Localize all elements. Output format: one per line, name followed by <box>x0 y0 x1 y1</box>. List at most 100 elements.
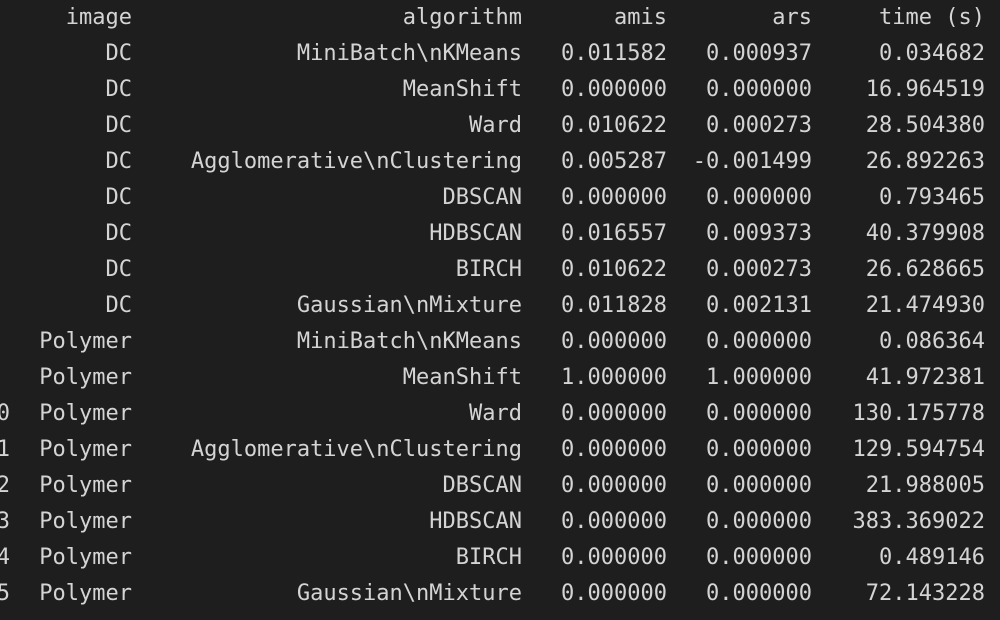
cell-ars: 0.000000 <box>706 185 812 210</box>
cell-image: DC <box>105 77 133 102</box>
cell-amis: 0.000000 <box>561 329 667 354</box>
cell-time: 41.972381 <box>865 365 985 390</box>
cell-image: DC <box>105 257 133 282</box>
cell-ars: 0.000937 <box>706 41 812 66</box>
cell-time: 16.964519 <box>865 77 985 102</box>
cell-algorithm: DBSCAN <box>442 473 522 498</box>
table-row: DC MiniBatch\nKMeans 0.011582 0.000937 0.034… <box>0 36 1000 72</box>
cell-algorithm: HDBSCAN <box>429 509 522 534</box>
cell-image: Polymer <box>39 509 132 534</box>
cell-image: Polymer <box>39 365 132 390</box>
cell-time: 0.034682 <box>879 41 985 66</box>
table-row: Polymer MiniBatch\nKMeans 0.000000 0.000000… <box>0 324 1000 360</box>
cell-algorithm: Agglomerative\nClustering <box>190 149 522 174</box>
column-header-ars: ars <box>772 5 812 30</box>
cell-algorithm: HDBSCAN <box>429 221 522 246</box>
cell-algorithm: BIRCH <box>455 545 522 570</box>
cell-ars: 0.000000 <box>706 545 812 570</box>
cell-amis: 0.000000 <box>561 473 667 498</box>
table-row: DC MeanShift 0.000000 0.000000 16.964519 <box>0 72 1000 108</box>
cell-ars: 0.000000 <box>706 437 812 462</box>
cell-algorithm: MiniBatch\nKMeans <box>296 41 522 66</box>
cell-algorithm: Ward <box>469 113 522 138</box>
cell-algorithm: DBSCAN <box>442 185 522 210</box>
table-row: 1 Polymer Agglomerative\nClustering 0.00000… <box>0 432 1000 468</box>
table-row: 3 Polymer HDBSCAN 0.000000 0.000000 383.36902… <box>0 504 1000 540</box>
table-row: DC DBSCAN 0.000000 0.000000 0.793465 <box>0 180 1000 216</box>
cell-ars: 1.000000 <box>706 365 812 390</box>
cell-amis: 0.011582 <box>561 41 667 66</box>
cell-time: 130.175778 <box>852 401 985 426</box>
table-row: DC HDBSCAN 0.016557 0.009373 40.379908 <box>0 216 1000 252</box>
cell-ars: -0.001499 <box>692 149 812 174</box>
cell-image: DC <box>105 185 133 210</box>
cell-time: 21.474930 <box>865 293 985 318</box>
table-row: DC Gaussian\nMixture 0.011828 0.002131 21.47… <box>0 288 1000 324</box>
table-row: 5 Polymer Gaussian\nMixture 0.000000 0.00000… <box>0 576 1000 612</box>
cell-image: Polymer <box>39 581 132 606</box>
table-row: 4 Polymer BIRCH 0.000000 0.000000 0.489146 <box>0 540 1000 576</box>
cell-time: 21.988005 <box>865 473 985 498</box>
cell-image: DC <box>105 113 133 138</box>
cell-ars: 0.000000 <box>706 581 812 606</box>
cell-ars: 0.000000 <box>706 329 812 354</box>
table-row: 0 Polymer Ward 0.000000 0.000000 130.175778 <box>0 396 1000 432</box>
cell-image: Polymer <box>39 437 132 462</box>
cell-time: 40.379908 <box>865 221 985 246</box>
table-row: Polymer MeanShift 1.000000 1.000000 41.97238… <box>0 360 1000 396</box>
table-row: DC Agglomerative\nClustering 0.005287 -0.00… <box>0 144 1000 180</box>
cell-algorithm: MiniBatch\nKMeans <box>296 329 522 354</box>
column-header-amis: amis <box>614 5 667 30</box>
table-header: image algorithm amis ars time (s) <box>0 0 1000 36</box>
cell-amis: 0.000000 <box>561 581 667 606</box>
cell-algorithm: BIRCH <box>455 257 522 282</box>
cell-amis: 0.010622 <box>561 113 667 138</box>
cell-image: DC <box>105 41 133 66</box>
cell-ars: 0.000000 <box>706 401 812 426</box>
cell-algorithm: Agglomerative\nClustering <box>190 437 522 462</box>
cell-amis: 0.000000 <box>561 185 667 210</box>
cell-image: DC <box>105 149 133 174</box>
cell-amis: 0.011828 <box>561 293 667 318</box>
cell-amis: 0.010622 <box>561 257 667 282</box>
cell-ars: 0.009373 <box>706 221 812 246</box>
cell-time: 26.892263 <box>865 149 985 174</box>
table-row: DC BIRCH 0.010622 0.000273 26.628665 <box>0 252 1000 288</box>
cell-algorithm: Ward <box>469 401 522 426</box>
column-header-image: image <box>65 5 132 30</box>
cell-algorithm: Gaussian\nMixture <box>296 293 522 318</box>
cell-time: 0.489146 <box>879 545 985 570</box>
cell-amis: 0.000000 <box>561 509 667 534</box>
cell-ars: 0.000273 <box>706 113 812 138</box>
cell-amis: 0.000000 <box>561 437 667 462</box>
cell-image: Polymer <box>39 473 132 498</box>
cell-image: Polymer <box>39 401 132 426</box>
cell-amis: 0.016557 <box>561 221 667 246</box>
cell-ars: 0.000000 <box>706 77 812 102</box>
cell-algorithm: MeanShift <box>402 77 522 102</box>
dataframe-output: image algorithm amis ars time (s) DC Mini… <box>0 0 1000 620</box>
cell-time: 72.143228 <box>865 581 985 606</box>
cell-amis: 0.005287 <box>561 149 667 174</box>
table-row: 2 Polymer DBSCAN 0.000000 0.000000 21.988005 <box>0 468 1000 504</box>
cell-amis: 0.000000 <box>561 401 667 426</box>
cell-image: DC <box>105 221 133 246</box>
cell-time: 383.369022 <box>852 509 985 534</box>
cell-time: 0.793465 <box>879 185 985 210</box>
cell-amis: 1.000000 <box>561 365 667 390</box>
cell-ars: 0.000000 <box>706 473 812 498</box>
cell-amis: 0.000000 <box>561 545 667 570</box>
cell-ars: 0.002131 <box>706 293 812 318</box>
cell-time: 26.628665 <box>865 257 985 282</box>
cell-ars: 0.000000 <box>706 509 812 534</box>
cell-amis: 0.000000 <box>561 77 667 102</box>
cell-time: 129.594754 <box>852 437 985 462</box>
column-header-algorithm: algorithm <box>402 5 522 30</box>
cell-time: 0.086364 <box>879 329 985 354</box>
cell-image: DC <box>105 293 133 318</box>
cell-time: 28.504380 <box>865 113 985 138</box>
cell-ars: 0.000273 <box>706 257 812 282</box>
cell-algorithm: MeanShift <box>402 365 522 390</box>
table-row: DC Ward 0.010622 0.000273 28.504380 <box>0 108 1000 144</box>
cell-image: Polymer <box>39 545 132 570</box>
